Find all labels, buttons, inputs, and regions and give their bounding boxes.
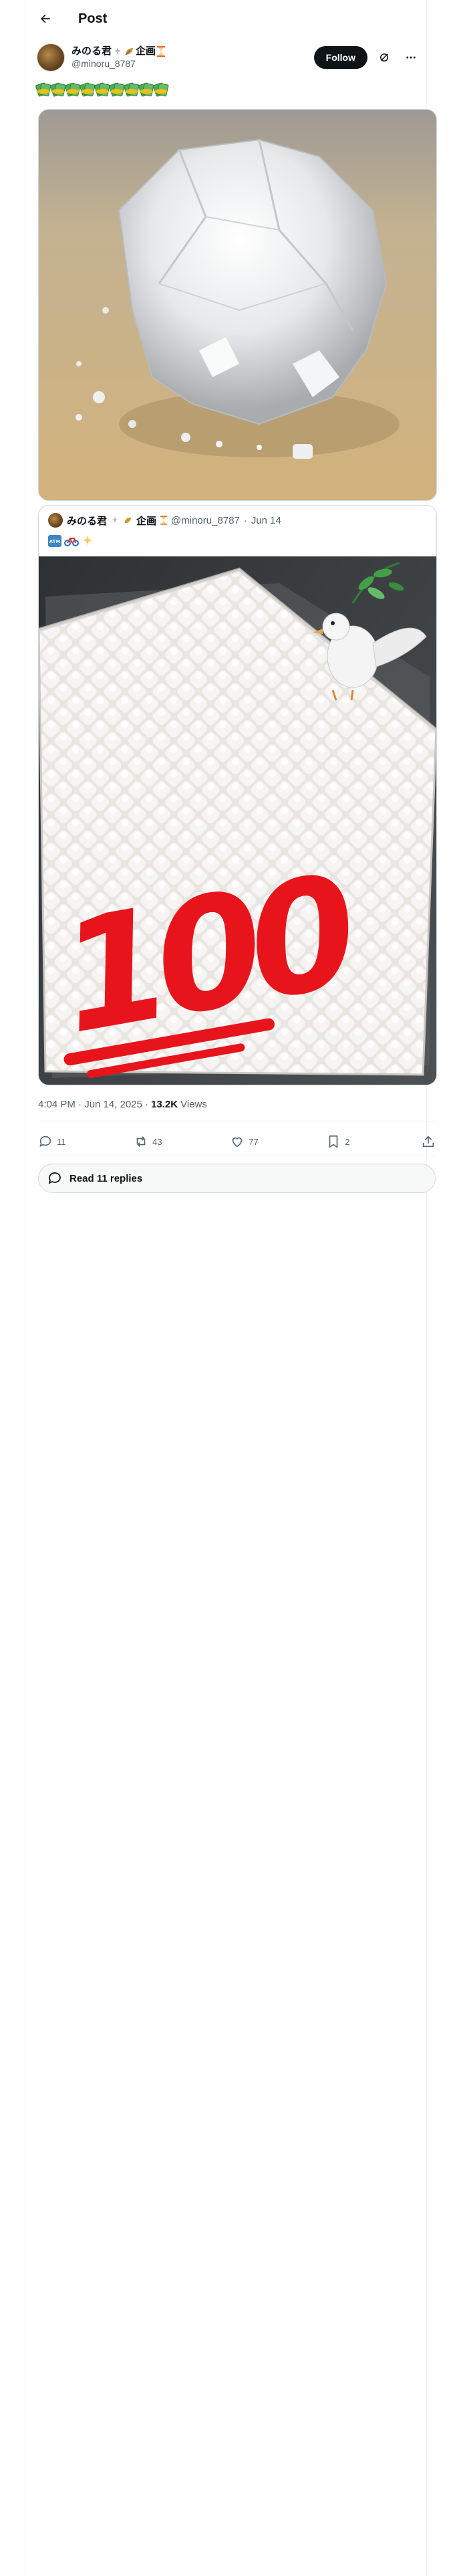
arrow-left-icon — [41, 14, 50, 23]
chat-bubble-icon — [48, 1172, 61, 1184]
quoted-date: Jun 14 — [251, 514, 281, 526]
leaf-icon — [125, 48, 134, 56]
atm-icon: ATM — [48, 535, 61, 547]
quoted-post-text: ATM — [39, 532, 436, 550]
page-header: Post — [25, 0, 426, 37]
reply-count: 11 — [57, 1136, 66, 1147]
quoted-post-header: みのる君 企画 @minoru_8787 · Jun 14 — [39, 508, 436, 532]
money-with-wings-icon — [94, 82, 110, 97]
bookmark-count: 2 — [345, 1136, 350, 1147]
money-with-wings-icon — [35, 82, 51, 97]
money-with-wings-icon — [49, 82, 66, 97]
post-text — [35, 82, 169, 99]
author-name[interactable]: みのる君 企画 — [71, 45, 166, 58]
sparkles-icon — [83, 536, 92, 545]
like-count: 77 — [249, 1136, 259, 1147]
hourglass-icon — [160, 516, 168, 525]
quoted-author-badge: 企画 — [136, 515, 157, 527]
author-actions: Follow — [313, 46, 421, 69]
money-with-wings-icon — [138, 82, 154, 97]
leaf-icon — [124, 517, 132, 524]
page-title: Post — [78, 11, 108, 26]
more-horizontal-icon — [406, 56, 416, 59]
sparkle-icon — [114, 47, 122, 55]
bicycle-icon — [64, 538, 79, 546]
packet-photo: 100 — [39, 556, 436, 1085]
money-with-wings-icon — [123, 82, 140, 97]
repost-button[interactable]: 43 — [134, 1134, 162, 1149]
more-options-button[interactable] — [401, 47, 421, 68]
read-replies-button[interactable]: Read 11 replies — [38, 1164, 436, 1193]
post-actions: 11 43 77 2 — [38, 1129, 436, 1154]
views-count: 13.2K — [151, 1098, 178, 1110]
money-with-wings-icon — [64, 82, 81, 97]
heart-icon — [233, 1137, 243, 1148]
post-image[interactable] — [38, 109, 437, 501]
share-icon — [422, 1136, 434, 1148]
bookmark-button[interactable]: 2 — [326, 1134, 353, 1149]
hourglass-icon — [157, 46, 166, 57]
avatar[interactable] — [37, 43, 65, 72]
post-timestamp[interactable]: 4:04 PM · Jun 14, 2025 · — [38, 1099, 148, 1110]
crystal-chunk-photo — [39, 110, 436, 500]
money-with-wings-icon — [79, 82, 96, 97]
like-button[interactable]: 77 — [230, 1134, 259, 1149]
repost-count: 43 — [152, 1136, 162, 1147]
quoted-post-image[interactable]: 100 — [39, 556, 436, 1085]
money-with-wings-icon — [108, 82, 125, 97]
reply-button[interactable]: 11 — [38, 1134, 66, 1149]
quoted-separator: · — [243, 514, 247, 526]
grok-button[interactable] — [374, 47, 394, 68]
author-handle[interactable]: @minoru_8787 — [71, 58, 165, 70]
svg-text:ATM: ATM — [49, 539, 61, 544]
read-replies-label: Read 11 replies — [69, 1172, 143, 1184]
back-button[interactable] — [34, 7, 57, 30]
post-meta: 4:04 PM · Jun 14, 2025 · 13.2K Views — [38, 1097, 207, 1111]
grok-icon — [380, 53, 388, 62]
money-with-wings-icon — [152, 82, 169, 97]
follow-button[interactable]: Follow — [313, 46, 367, 69]
author-badge-text: 企画 — [136, 45, 156, 57]
author-name-text: みのる君 — [71, 45, 112, 57]
author-text: みのる君 企画 @minoru_8787 — [71, 45, 166, 70]
reply-icon — [39, 1136, 51, 1147]
sparkle-icon — [112, 516, 118, 523]
quoted-post[interactable]: みのる君 企画 @minoru_8787 · Jun 14 ATM 100 — [38, 505, 437, 1085]
quoted-author-name: みのる君 — [67, 515, 108, 527]
quoted-avatar — [48, 513, 63, 528]
post-author: みのる君 企画 @minoru_8787 Follow — [37, 41, 421, 74]
bookmark-icon — [329, 1135, 338, 1148]
share-button[interactable] — [421, 1134, 436, 1149]
quoted-author-handle: @minoru_8787 — [171, 514, 240, 526]
repost-icon — [136, 1136, 146, 1147]
views-label: Views — [180, 1098, 207, 1110]
